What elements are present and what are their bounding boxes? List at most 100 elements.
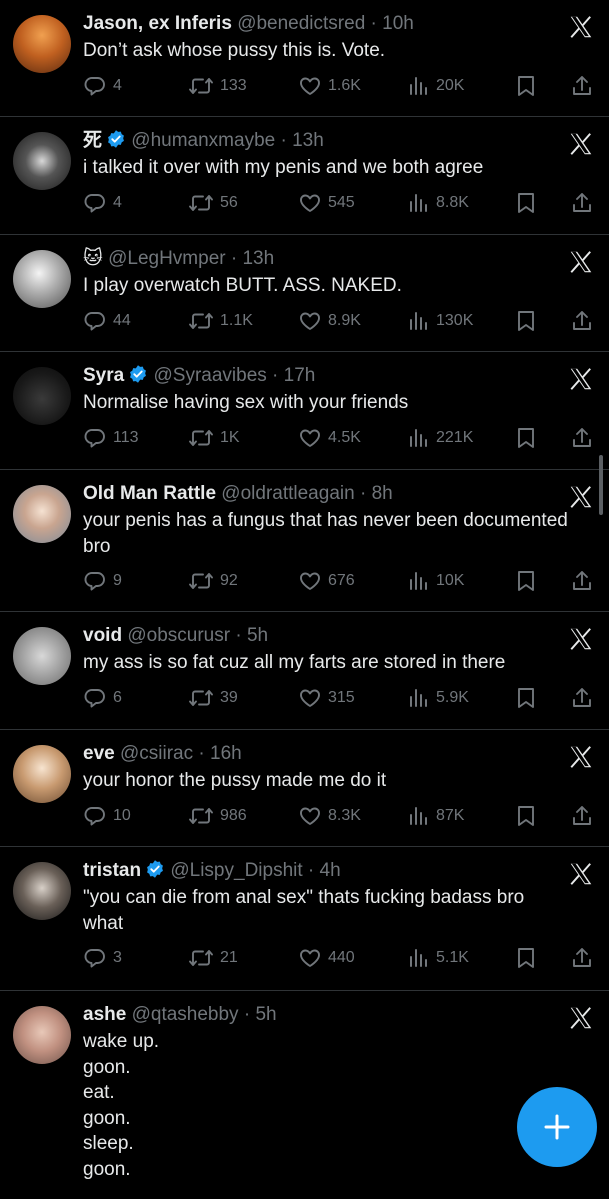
tweet[interactable]: ashe @qtashebby · 5h wake up. goon. eat. … — [0, 991, 609, 1199]
tweet[interactable]: Syra @Syraavibes · 17h Normalise having s… — [0, 352, 609, 470]
retweet-icon — [188, 191, 214, 215]
share-button[interactable] — [570, 569, 594, 593]
like-button[interactable]: 1.6K — [298, 74, 361, 98]
retweet-button[interactable]: 1K — [188, 426, 240, 450]
bookmark-button[interactable] — [515, 804, 537, 828]
retweet-button[interactable]: 133 — [188, 74, 247, 98]
share-button[interactable] — [570, 946, 594, 970]
views-button[interactable]: 8.8K — [406, 191, 469, 215]
bookmark-button[interactable] — [515, 686, 537, 710]
avatar[interactable] — [13, 367, 71, 425]
share-button[interactable] — [570, 74, 594, 98]
user-handle[interactable]: @obscurusr — [127, 625, 230, 646]
display-name[interactable]: Syra — [83, 365, 124, 386]
avatar[interactable] — [13, 132, 71, 190]
tweet[interactable]: eve @csiirac · 16h your honor the pussy m… — [0, 730, 609, 847]
display-name[interactable]: Old Man Rattle — [83, 483, 216, 504]
scrollbar[interactable] — [599, 455, 603, 515]
avatar[interactable] — [13, 745, 71, 803]
like-button[interactable]: 4.5K — [298, 426, 361, 450]
reply-button[interactable]: 113 — [83, 426, 139, 450]
views-button[interactable]: 221K — [406, 426, 473, 450]
retweet-button[interactable]: 39 — [188, 686, 238, 710]
compose-button[interactable] — [517, 1087, 597, 1167]
reply-button[interactable]: 44 — [83, 309, 131, 333]
avatar[interactable] — [13, 485, 71, 543]
retweet-button[interactable]: 986 — [188, 804, 247, 828]
display-name[interactable]: eve — [83, 743, 115, 764]
retweet-button[interactable]: 56 — [188, 191, 238, 215]
tweet[interactable]: 死 @humanxmaybe · 13h i talked it over wit… — [0, 117, 609, 235]
views-button[interactable]: 20K — [406, 74, 464, 98]
reply-button[interactable]: 4 — [83, 191, 122, 215]
like-button[interactable]: 676 — [298, 569, 355, 593]
retweet-button[interactable]: 92 — [188, 569, 238, 593]
views-button[interactable]: 10K — [406, 569, 464, 593]
views-button[interactable]: 5.1K — [406, 946, 469, 970]
user-handle[interactable]: @humanxmaybe — [131, 130, 275, 151]
user-handle[interactable]: @oldrattleagain — [221, 483, 354, 504]
share-button[interactable] — [570, 426, 594, 450]
bookmark-button[interactable] — [515, 309, 537, 333]
bookmark-button[interactable] — [515, 569, 537, 593]
tweet[interactable]: Old Man Rattle @oldrattleagain · 8h your … — [0, 470, 609, 612]
timestamp[interactable]: 4h — [320, 860, 341, 881]
views-button[interactable]: 5.9K — [406, 686, 469, 710]
display-name[interactable]: Jason, ex Inferis — [83, 13, 232, 34]
likes-count: 440 — [328, 949, 355, 966]
display-name[interactable]: ashe — [83, 1004, 126, 1025]
separator-dot: · — [266, 365, 284, 386]
timestamp[interactable]: 16h — [210, 743, 242, 764]
avatar[interactable] — [13, 862, 71, 920]
avatar[interactable] — [13, 1006, 71, 1064]
tweet[interactable]: tristan @Lispy_Dipshit · 4h "you can die … — [0, 847, 609, 991]
tweet[interactable]: Jason, ex Inferis @benedictsred · 10h Don… — [0, 0, 609, 117]
timestamp[interactable]: 8h — [372, 483, 393, 504]
reply-button[interactable]: 4 — [83, 74, 122, 98]
display-name[interactable]: 🐱 — [83, 248, 103, 269]
timestamp[interactable]: 17h — [284, 365, 316, 386]
share-button[interactable] — [570, 686, 594, 710]
timestamp[interactable]: 13h — [292, 130, 324, 151]
tweet[interactable]: 🐱 @LegHvmper · 13h I play overwatch BUTT.… — [0, 235, 609, 352]
bookmark-button[interactable] — [515, 74, 537, 98]
like-button[interactable]: 8.3K — [298, 804, 361, 828]
user-handle[interactable]: @csiirac — [120, 743, 193, 764]
user-handle[interactable]: @Syraavibes — [153, 365, 266, 386]
user-handle[interactable]: @Lispy_Dipshit — [170, 860, 302, 881]
like-button[interactable]: 8.9K — [298, 309, 361, 333]
display-name[interactable]: void — [83, 625, 122, 646]
tweet[interactable]: void @obscurusr · 5h my ass is so fat cuz… — [0, 612, 609, 730]
bookmark-button[interactable] — [515, 426, 537, 450]
display-name[interactable]: 死 — [83, 130, 102, 151]
reply-button[interactable]: 3 — [83, 946, 122, 970]
timestamp[interactable]: 10h — [382, 13, 414, 34]
share-button[interactable] — [570, 191, 594, 215]
display-name[interactable]: tristan — [83, 860, 141, 881]
retweet-button[interactable]: 21 — [188, 946, 238, 970]
bookmark-button[interactable] — [515, 191, 537, 215]
like-button[interactable]: 315 — [298, 686, 355, 710]
avatar[interactable] — [13, 250, 71, 308]
views-button[interactable]: 87K — [406, 804, 464, 828]
like-button[interactable]: 440 — [298, 946, 355, 970]
avatar[interactable] — [13, 627, 71, 685]
retweet-button[interactable]: 1.1K — [188, 309, 253, 333]
reply-button[interactable]: 10 — [83, 804, 131, 828]
like-button[interactable]: 545 — [298, 191, 355, 215]
timestamp[interactable]: 5h — [255, 1004, 276, 1025]
reply-button[interactable]: 6 — [83, 686, 122, 710]
share-button[interactable] — [570, 309, 594, 333]
reply-button[interactable]: 9 — [83, 569, 122, 593]
tweet-text: "you can die from anal sex" thats fuckin… — [83, 887, 525, 934]
bookmark-button[interactable] — [515, 946, 537, 970]
share-button[interactable] — [570, 804, 594, 828]
user-handle[interactable]: @LegHvmper — [108, 248, 226, 269]
views-button[interactable]: 130K — [406, 309, 473, 333]
user-handle[interactable]: @qtashebby — [132, 1004, 239, 1025]
avatar[interactable] — [13, 15, 71, 73]
views-icon — [406, 686, 430, 710]
user-handle[interactable]: @benedictsred — [237, 13, 365, 34]
timestamp[interactable]: 13h — [242, 248, 274, 269]
timestamp[interactable]: 5h — [247, 625, 268, 646]
